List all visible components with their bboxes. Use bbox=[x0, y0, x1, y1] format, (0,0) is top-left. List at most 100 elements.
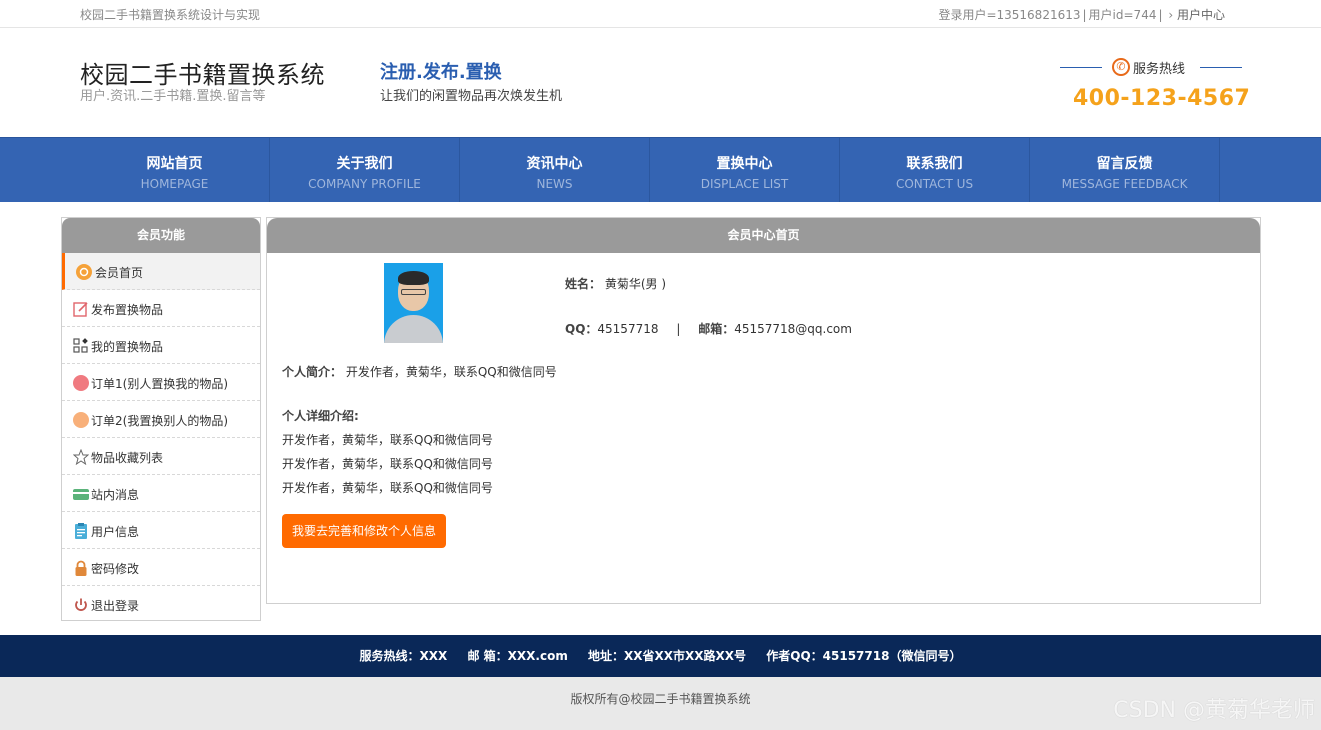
intro-row: 个人简介： 开发作者，黄菊华，联系QQ和微信同号 bbox=[282, 363, 557, 380]
home-icon bbox=[76, 264, 92, 280]
intro-label: 个人简介： bbox=[282, 365, 343, 379]
top-bar: 校园二手书籍置换系统设计与实现 登录用户=13516821613 | 用户id=74… bbox=[0, 0, 1321, 28]
member-sidebar: 会员功能 会员首页 发布置换物品 我的置换物品 订单1(别人置换我的物品) 订单… bbox=[61, 217, 261, 621]
main-nav: 网站首页 HOMEPAGE 关于我们 COMPANY PROFILE 资讯中心 … bbox=[0, 137, 1321, 202]
phone-icon: ✆ bbox=[1112, 58, 1130, 76]
footer-author-qq: 作者QQ：45157718（微信同号） bbox=[766, 649, 962, 663]
contact-row: QQ：45157718 | 邮箱：45157718@qq.com bbox=[565, 320, 852, 337]
separator: | bbox=[676, 322, 681, 336]
separator: | bbox=[1158, 8, 1163, 22]
header: 校园二手书籍置换系统 用户.资讯.二手书籍.置换.留言等 注册.发布.置换 让我… bbox=[0, 28, 1321, 138]
nav-item-news[interactable]: 资讯中心 NEWS bbox=[460, 138, 650, 202]
nav-item-feedback[interactable]: 留言反馈 MESSAGE FEEDBACK bbox=[1030, 138, 1220, 202]
divider bbox=[1200, 67, 1242, 68]
star-icon bbox=[73, 449, 89, 465]
detail-title: 个人详细介绍: bbox=[282, 409, 359, 423]
detail-line: 开发作者，黄菊华，联系QQ和微信同号 bbox=[282, 433, 493, 447]
sidebar-item-label: 退出登录 bbox=[91, 599, 140, 613]
sidebar-item-label: 订单1(别人置换我的物品) bbox=[91, 377, 228, 391]
footer-email: 邮 箱：XXX.com bbox=[467, 649, 568, 663]
detail-line: 开发作者，黄菊华，联系QQ和微信同号 bbox=[282, 457, 493, 471]
nav-sublabel: MESSAGE FEEDBACK bbox=[1061, 177, 1188, 191]
site-title-small: 校园二手书籍置换系统设计与实现 bbox=[80, 8, 261, 22]
sidebar-title: 会员功能 bbox=[62, 218, 260, 253]
footer-hotline: 服务热线：XXX bbox=[359, 649, 448, 663]
sidebar-item-order2[interactable]: 订单2(我置换别人的物品) bbox=[62, 401, 260, 438]
sidebar-item-label: 站内消息 bbox=[91, 488, 140, 502]
footer-info: 服务热线：XXX 邮 箱：XXX.com 地址：XX省XX市XX路XX号 作者Q… bbox=[0, 635, 1321, 677]
nav-item-about[interactable]: 关于我们 COMPANY PROFILE bbox=[270, 138, 460, 202]
order-icon bbox=[73, 375, 89, 391]
sidebar-item-user-info[interactable]: 用户信息 bbox=[62, 512, 260, 549]
nav-sublabel: DISPLACE LIST bbox=[700, 177, 789, 191]
nav-label: 关于我们 bbox=[336, 156, 393, 172]
nav-label: 留言反馈 bbox=[1096, 156, 1153, 172]
nav-sublabel: COMPANY PROFILE bbox=[308, 177, 421, 191]
intro-value: 开发作者，黄菊华，联系QQ和微信同号 bbox=[345, 365, 557, 379]
nav-sublabel: CONTACT US bbox=[895, 177, 974, 191]
qq-value: 45157718 bbox=[597, 322, 659, 336]
brand-subtitle: 用户.资讯.二手书籍.置换.留言等 bbox=[80, 89, 266, 104]
user-center-link[interactable]: 用户中心 bbox=[1177, 8, 1225, 22]
avatar-hair bbox=[398, 271, 429, 285]
name-value: 黄菊华(男 ) bbox=[604, 277, 667, 291]
sidebar-item-password[interactable]: 密码修改 bbox=[62, 549, 260, 586]
avatar bbox=[384, 263, 443, 343]
slogan-title: 注册.发布.置换 bbox=[380, 62, 502, 83]
nav-label: 网站首页 bbox=[146, 156, 203, 172]
sidebar-item-member-home[interactable]: 会员首页 bbox=[62, 253, 260, 290]
copyright: 版权所有@校园二手书籍置换系统 bbox=[570, 692, 751, 706]
message-icon bbox=[73, 489, 89, 500]
divider bbox=[1060, 67, 1102, 68]
panel-title: 会员中心首页 bbox=[267, 218, 1260, 253]
sidebar-item-order1[interactable]: 订单1(别人置换我的物品) bbox=[62, 364, 260, 401]
sidebar-item-label: 订单2(我置换别人的物品) bbox=[91, 414, 228, 428]
avatar-glasses bbox=[401, 289, 426, 295]
footer-address: 地址：XX省XX市XX路XX号 bbox=[588, 649, 747, 663]
email-label: 邮箱： bbox=[698, 322, 735, 336]
email-value: 45157718@qq.com bbox=[734, 322, 852, 336]
edit-icon bbox=[73, 302, 88, 317]
avatar-body bbox=[384, 315, 443, 343]
sidebar-item-favorites[interactable]: 物品收藏列表 bbox=[62, 438, 260, 475]
sidebar-item-label: 密码修改 bbox=[91, 562, 140, 576]
edit-profile-button[interactable]: 我要去完善和修改个人信息 bbox=[282, 514, 447, 548]
sidebar-item-label: 发布置换物品 bbox=[91, 303, 164, 317]
user-name-row: 姓名： 黄菊华(男 ) bbox=[565, 275, 666, 292]
qq-label: QQ： bbox=[565, 322, 598, 336]
chevron-right-icon: › bbox=[1168, 8, 1174, 22]
nav-item-contact[interactable]: 联系我们 CONTACT US bbox=[840, 138, 1030, 202]
sidebar-item-logout[interactable]: 退出登录 bbox=[62, 586, 260, 623]
slogan-subtitle: 让我们的闲置物品再次焕发生机 bbox=[380, 89, 563, 104]
separator: | bbox=[1082, 8, 1087, 22]
sidebar-item-label: 用户信息 bbox=[91, 525, 140, 539]
sidebar-item-my-items[interactable]: 我的置换物品 bbox=[62, 327, 260, 364]
nav-item-home[interactable]: 网站首页 HOMEPAGE bbox=[80, 138, 270, 202]
nav-label: 资讯中心 bbox=[526, 156, 583, 172]
user-status: 登录用户=13516821613 | 用户id=744 | › 用户中心 bbox=[938, 6, 1225, 23]
lock-icon bbox=[75, 560, 87, 576]
sidebar-item-publish[interactable]: 发布置换物品 bbox=[62, 290, 260, 327]
name-label: 姓名： bbox=[565, 277, 602, 291]
nav-label: 置换中心 bbox=[716, 156, 773, 172]
sidebar-item-label: 我的置换物品 bbox=[91, 340, 164, 354]
sidebar-item-label: 会员首页 bbox=[95, 266, 144, 280]
sidebar-item-messages[interactable]: 站内消息 bbox=[62, 475, 260, 512]
nav-item-displace[interactable]: 置换中心 DISPLACE LIST bbox=[650, 138, 840, 202]
hotline-label: 服务热线 bbox=[1133, 62, 1186, 77]
order2-icon bbox=[73, 412, 89, 428]
member-home-panel: 会员中心首页 姓名： 黄菊华(男 ) QQ：45157718 | 邮箱：4515… bbox=[266, 217, 1261, 604]
nav-sublabel: HOMEPAGE bbox=[140, 177, 209, 191]
user-id: 用户id=744 bbox=[1088, 8, 1157, 22]
user-info-icon bbox=[75, 523, 87, 539]
power-icon bbox=[75, 598, 87, 611]
hotline-number: 400-123-4567 bbox=[1073, 86, 1251, 111]
hotline-label-group: ✆ 服务热线 bbox=[1060, 57, 1242, 77]
sidebar-item-label: 物品收藏列表 bbox=[91, 451, 164, 465]
grid-icon bbox=[73, 338, 88, 353]
login-user: 登录用户=13516821613 bbox=[938, 8, 1081, 22]
watermark: CSDN @黄菊华老师 bbox=[1113, 698, 1315, 723]
nav-sublabel: NEWS bbox=[536, 177, 573, 191]
detail-line: 开发作者，黄菊华，联系QQ和微信同号 bbox=[282, 481, 493, 495]
nav-label: 联系我们 bbox=[906, 156, 963, 172]
